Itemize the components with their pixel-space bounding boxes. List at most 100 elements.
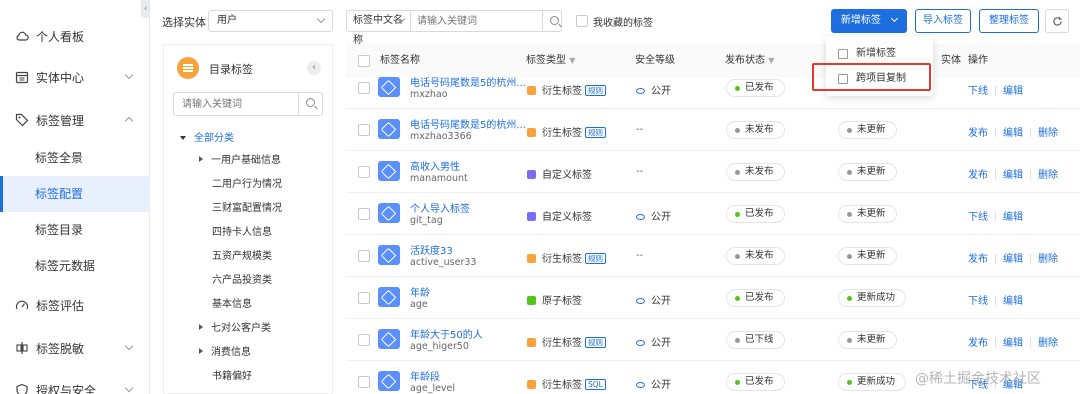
tag-name-link[interactable]: 电话号码尾数是5的杭州...: [410, 74, 526, 89]
entity-select[interactable]: 用户: [208, 10, 333, 32]
security-level: --: [636, 166, 644, 177]
select-all-checkbox[interactable]: [358, 55, 370, 67]
tag-type-label: 自定义标签: [542, 212, 592, 223]
filter-icon[interactable]: ▼: [768, 56, 774, 65]
table-row[interactable]: 个人导入标签 git_tag 自定义标签 公开 已发布 未更新 下线 编辑: [346, 193, 1080, 235]
tree-node-label: 四持卡人信息: [212, 227, 272, 238]
tag-name-link[interactable]: 年龄: [410, 284, 430, 299]
import-tag-button[interactable]: 导入标签: [915, 9, 971, 33]
tree-collapse-button[interactable]: ‹: [307, 61, 321, 75]
row-action-link[interactable]: 删除: [1038, 128, 1058, 139]
row-checkbox[interactable]: [358, 166, 370, 178]
row-action-link[interactable]: 删除: [1038, 170, 1058, 181]
tag-name-link[interactable]: 电话号码尾数是5的杭州...: [410, 116, 526, 131]
search-input[interactable]: [411, 11, 543, 31]
row-action-link[interactable]: 编辑: [1003, 338, 1023, 349]
row-action-link[interactable]: 编辑: [1003, 212, 1023, 223]
table-row[interactable]: 年龄大于50的人 age_higer50 衍生标签 规则 公开 已下线 未更新 发布 编辑 删除: [346, 319, 1080, 361]
table-row[interactable]: 高收入男性 manamount 自定义标签 -- 未发布 未更新 发布 编辑 删除: [346, 151, 1080, 193]
table-row[interactable]: 电话号码尾数是5的杭州... mxzhao3366 衍生标签 规则 -- 未发布 未更新 发布…: [346, 109, 1080, 151]
row-action-link[interactable]: 发布: [968, 338, 988, 349]
sub-item-tag-config[interactable]: 标签配置: [0, 176, 150, 212]
sub-item-tag-catalog[interactable]: 标签目录: [0, 212, 150, 248]
row-checkbox[interactable]: [358, 376, 370, 388]
update-label: 更新成功: [857, 292, 896, 303]
organize-tag-button[interactable]: 整理标签: [979, 9, 1039, 33]
tag-code: age_higer50: [410, 341, 469, 352]
tree-search-input[interactable]: [174, 93, 298, 115]
tree-node[interactable]: 四持卡人信息: [212, 223, 272, 238]
row-checkbox[interactable]: [358, 334, 370, 346]
tag-type-badge: 规则: [585, 337, 606, 348]
tag-code: git_tag: [410, 215, 443, 226]
row-action-link[interactable]: 编辑: [1003, 128, 1023, 139]
row-checkbox[interactable]: [358, 208, 370, 220]
caret-right-icon: [199, 348, 203, 354]
table-row[interactable]: 活跃度33 active_user33 衍生标签 规则 -- 未发布 未更新 发布 编辑 删除: [346, 235, 1080, 277]
tag-type-label: 衍生标签: [542, 338, 582, 349]
tree-node[interactable]: 五资产规模类: [212, 247, 272, 262]
nav-item-tag-evaluation[interactable]: 标签评估: [0, 292, 150, 318]
tag-name-link[interactable]: 个人导入标签: [410, 200, 470, 215]
row-action-link[interactable]: 编辑: [1003, 254, 1023, 265]
nav-item-entity-center[interactable]: 实体中心: [0, 64, 150, 90]
tree-node[interactable]: 七对公客户类: [199, 319, 271, 334]
tag-name-link[interactable]: 活跃度33: [410, 242, 476, 257]
tree-node[interactable]: 三财富配置情况: [212, 199, 282, 214]
nav-item-tag-management[interactable]: 标签管理: [0, 107, 150, 133]
search-field-select[interactable]: 标签中文名称: [347, 11, 412, 46]
nav-item-auth-security[interactable]: 授权与安全: [0, 377, 150, 394]
row-action-link[interactable]: 删除: [1038, 338, 1058, 349]
row-action-link[interactable]: 下线: [968, 296, 988, 307]
caret-right-icon: [199, 324, 203, 330]
tree-node-label: 一用户基础信息: [211, 155, 281, 166]
tree-node-label: 六产品投资类: [212, 275, 272, 286]
tree-node[interactable]: 一用户基础信息: [199, 151, 281, 166]
refresh-button[interactable]: [1045, 9, 1069, 33]
catalog-tree-panel: 目录标签 ‹ 全部分类 一用户基础信息二用户行为情况三财富配置情况四持卡人信息五…: [163, 44, 333, 394]
filter-icon[interactable]: ▼: [569, 56, 575, 65]
row-checkbox[interactable]: [358, 250, 370, 262]
status-dot: [735, 128, 740, 133]
tree-node[interactable]: 书籍偏好: [212, 367, 252, 382]
favorite-checkbox[interactable]: [576, 15, 588, 27]
row-checkbox[interactable]: [358, 124, 370, 136]
row-action-link[interactable]: 发布: [968, 128, 988, 139]
search-button[interactable]: [542, 11, 561, 31]
row-action-link[interactable]: 下线: [968, 212, 988, 223]
row-action-link[interactable]: 发布: [968, 254, 988, 265]
tag-name-link[interactable]: 高收入男性: [410, 158, 468, 173]
tree-node[interactable]: 二用户行为情况: [212, 175, 282, 190]
update-badge: 未更新: [838, 205, 897, 223]
row-action-link[interactable]: 删除: [1038, 254, 1058, 265]
sub-item-tag-overview[interactable]: 标签全景: [0, 140, 150, 176]
add-tag-button[interactable]: 新增标签: [831, 9, 907, 33]
row-action-link[interactable]: 下线: [968, 86, 988, 97]
tag-name-link[interactable]: 年龄大于50的人: [410, 326, 483, 341]
row-action-link[interactable]: 编辑: [1003, 86, 1023, 97]
tag-type-label: 衍生标签: [542, 380, 582, 391]
row-action-link[interactable]: 发布: [968, 170, 988, 181]
tree-search-button[interactable]: [298, 93, 322, 115]
tag-name-link[interactable]: 年龄段: [410, 368, 455, 383]
tag-type-badge: 规则: [585, 85, 606, 96]
nav-item-tag-desensitize[interactable]: 标签脱敏: [0, 335, 150, 361]
list-icon: [177, 57, 199, 79]
row-checkbox[interactable]: [358, 82, 370, 94]
nav-item-personal-board[interactable]: 个人看板: [0, 23, 150, 49]
tree-node[interactable]: 消费信息: [199, 343, 251, 358]
table-row[interactable]: 电话号码尾数是5的杭州... mxzhao 衍生标签 规则 公开 已发布 下线 编辑: [346, 67, 1080, 109]
tree-node[interactable]: 基本信息: [212, 295, 252, 310]
row-checkbox[interactable]: [358, 292, 370, 304]
sidebar-collapse-handle[interactable]: ‹: [141, 0, 150, 18]
tag-icon: [378, 203, 400, 223]
sub-item-tag-metadata[interactable]: 标签元数据: [0, 248, 150, 284]
table-row[interactable]: 年龄 age 原子标签 公开 已发布 更新成功 下线 编辑: [346, 277, 1080, 319]
row-actions: 发布 编辑 删除: [968, 250, 1058, 265]
divider: [995, 86, 996, 95]
row-action-link[interactable]: 编辑: [1003, 296, 1023, 307]
tree-root-node[interactable]: 全部分类: [180, 129, 234, 144]
row-action-link[interactable]: 编辑: [1003, 170, 1023, 181]
tree-node[interactable]: 六产品投资类: [212, 271, 272, 286]
security-level: 公开: [636, 376, 671, 391]
